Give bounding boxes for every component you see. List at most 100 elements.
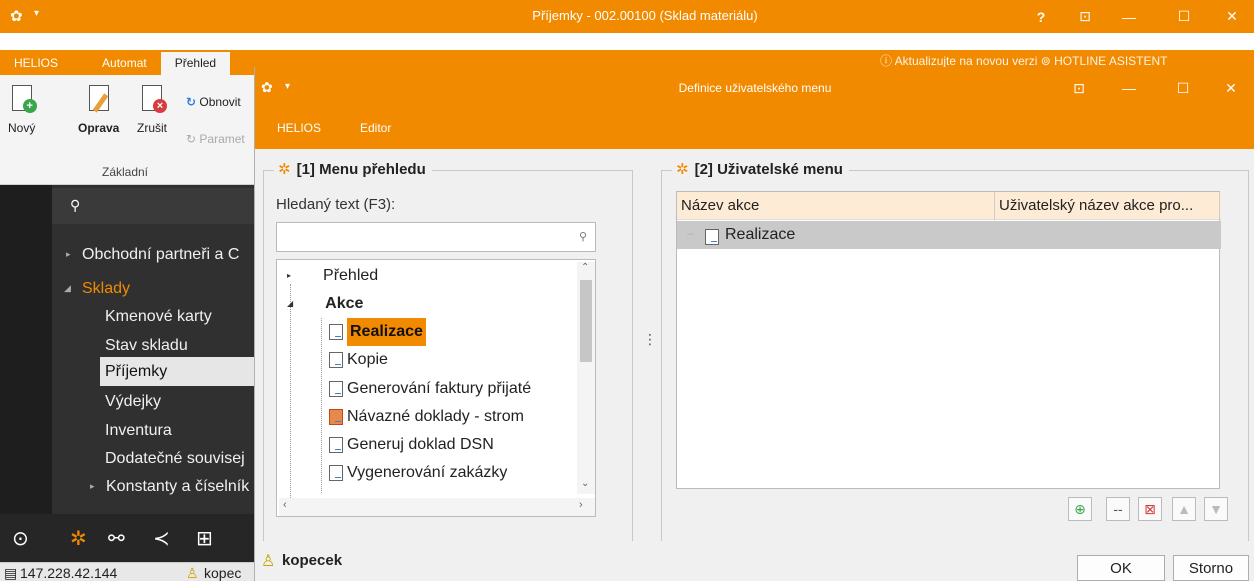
sidebar-item-sklady[interactable]: ◢ Sklady	[52, 274, 260, 303]
move-up-icon[interactable]: ▲	[1172, 497, 1196, 521]
sidebar-bottom-bar: ⊙ ✲ ⚯ ≺ ⊞	[0, 514, 260, 562]
tree-node-label: Přehled	[323, 267, 379, 284]
tree-connector: ┈	[687, 229, 694, 241]
menu-tree: ▸ Přehled ◢ Akce Realizace Kopie Generov…	[276, 259, 596, 517]
tree-node-prehled[interactable]: ▸ Přehled	[287, 262, 378, 290]
tree-node-realizace[interactable]: Realizace	[329, 318, 426, 346]
panel-title: ✲ [2] Uživatelské menu	[672, 160, 849, 178]
tree-node-generovani-faktury[interactable]: Generování faktury přijaté	[329, 375, 531, 403]
separator-icon[interactable]: --	[1106, 497, 1130, 521]
refresh-button[interactable]: ↻ Obnovit	[186, 95, 241, 109]
params-label: Paramet	[199, 132, 245, 146]
delete-item-icon[interactable]: ⊠	[1138, 497, 1162, 521]
ok-button[interactable]: OK	[1077, 555, 1165, 581]
user-menu-grid: Název akce Uživatelský název akce pro...…	[676, 191, 1221, 489]
new-button[interactable]: + Nový	[8, 85, 37, 135]
dialog-pin-button[interactable]: ⊡	[1057, 67, 1101, 109]
tree-node-generuj-dsn[interactable]: Generuj doklad DSN	[329, 431, 494, 459]
server-icon: ▤	[4, 565, 18, 581]
tab-automat[interactable]: Automat	[72, 52, 161, 75]
user-icon: ♙	[186, 565, 199, 581]
panel-title-text: [2] Uživatelské menu	[694, 160, 843, 178]
sidebar-item-vydejky[interactable]: Výdejky	[52, 387, 260, 416]
sidebar-item-prijemky[interactable]: Příjemky	[100, 357, 260, 386]
sidebar-item-inventura[interactable]: Inventura	[52, 416, 260, 445]
action-document-icon	[329, 465, 343, 481]
grid-header: Název akce Uživatelský název akce pro...	[677, 192, 1221, 220]
scroll-left-icon[interactable]: ‹	[283, 499, 287, 511]
search-label: Hledaný text (F3):	[276, 196, 396, 213]
tree-node-akce[interactable]: ◢ Akce	[287, 290, 363, 318]
tab-helios[interactable]: HELIOS	[0, 52, 72, 75]
sidebar-item-stav-skladu[interactable]: Stav skladu	[52, 331, 260, 360]
params-button[interactable]: ↻ Paramet	[186, 132, 245, 146]
tree-horizontal-scrollbar[interactable]: ‹ ›	[279, 498, 595, 516]
scroll-right-icon[interactable]: ›	[579, 499, 583, 511]
grid-row[interactable]: ┈ Realizace	[677, 221, 1221, 249]
maximize-button[interactable]: ☐	[1162, 0, 1206, 33]
search-input[interactable]	[277, 223, 567, 251]
search-icon: ⚲	[70, 197, 81, 213]
dialog-close-button[interactable]: ✕	[1209, 67, 1253, 109]
main-title-bar: ✿ ▾ Příjemky - 002.00100 (Sklad materiál…	[0, 0, 1254, 33]
sidebar-item-konstanty[interactable]: ▸ Konstanty a číselník	[52, 472, 260, 501]
user-menu-dialog: ✿ ▾ Definice uživatelského menu ⊡ — ☐ ✕ …	[254, 67, 1254, 581]
sidebar-item-dodatecne[interactable]: Dodatečné souvisej	[52, 444, 260, 473]
tree-scroll-thumb[interactable]	[580, 280, 592, 362]
cancel-record-label: Zrušit	[137, 121, 167, 135]
cancel-record-button[interactable]: × Zrušit	[137, 85, 167, 135]
dialog-menu-bar	[255, 109, 1254, 149]
sidebar-item-partners[interactable]: ▸ Obchodní partneři a C	[52, 240, 260, 269]
user-icon: ♙	[261, 553, 276, 570]
main-menu-tabs: HELIOS Automat Přehled	[0, 52, 231, 75]
document-tree-icon	[329, 409, 343, 425]
tree-node-label: Generování faktury přijaté	[347, 380, 532, 397]
add-item-icon[interactable]: ⊕	[1068, 497, 1092, 521]
sidebar-search[interactable]: ⚲	[52, 188, 260, 224]
close-button[interactable]: ✕	[1210, 0, 1254, 33]
search-field[interactable]: ⚲	[276, 222, 596, 252]
storno-button[interactable]: Storno	[1173, 555, 1249, 581]
panel-splitter-handle[interactable]: ⋮	[643, 331, 657, 348]
tree-node-navazne-doklady[interactable]: Návazné doklady - strom	[329, 403, 524, 431]
grid-icon[interactable]: ⊞	[196, 526, 213, 551]
collapse-arrow-icon[interactable]: ◢	[287, 290, 293, 318]
footer-user: kopecek	[282, 552, 343, 569]
search-icon[interactable]: ⚲	[579, 230, 587, 243]
status-user: kopec	[204, 565, 242, 581]
sidebar-item-kmenove-karty[interactable]: Kmenové karty	[52, 302, 260, 331]
sidebar-item-label: Sklady	[82, 280, 131, 297]
dialog-maximize-button[interactable]: ☐	[1161, 67, 1205, 109]
dialog-tab-helios[interactable]: HELIOS	[277, 121, 321, 135]
action-document-icon	[705, 229, 719, 245]
copy-document-icon	[329, 352, 343, 368]
scroll-down-icon[interactable]: ⌄	[581, 478, 589, 489]
tree-node-kopie[interactable]: Kopie	[329, 346, 388, 374]
collapse-arrow-icon: ◢	[64, 283, 71, 293]
edit-button[interactable]: Oprava	[78, 85, 119, 135]
column-header-name[interactable]: Název akce	[677, 192, 995, 220]
move-down-icon[interactable]: ▼	[1204, 497, 1228, 521]
share-icon[interactable]: ≺	[153, 526, 170, 551]
circle-arrow-icon[interactable]: ⊙	[12, 526, 29, 551]
star-icon[interactable]: ✲	[70, 526, 87, 551]
column-header-user-name[interactable]: Uživatelský název akce pro...	[995, 192, 1220, 220]
dialog-tab-editor[interactable]: Editor	[360, 121, 391, 135]
tree-node-label: Vygenerování zakázky	[347, 464, 508, 481]
help-button[interactable]: ?	[1019, 0, 1063, 33]
scroll-up-icon[interactable]: ⌃	[581, 262, 589, 273]
tree-node-vygenerovani-zakazky[interactable]: Vygenerování zakázky	[329, 459, 507, 487]
tree-node-label: Generuj doklad DSN	[347, 436, 494, 453]
expand-arrow-icon[interactable]: ▸	[287, 262, 291, 290]
minimize-button[interactable]: —	[1107, 0, 1151, 33]
tab-prehled[interactable]: Přehled	[160, 52, 231, 75]
dialog-minimize-button[interactable]: —	[1107, 67, 1151, 109]
pin-button[interactable]: ⊡	[1063, 0, 1107, 33]
expand-arrow-icon: ▸	[90, 481, 95, 491]
tree-node-label: Návazné doklady - strom	[347, 408, 524, 425]
sidebar-rail	[0, 185, 52, 514]
star-icon: ✲	[676, 161, 689, 178]
hierarchy-icon[interactable]: ⚯	[108, 526, 125, 551]
panel-title: ✲ [1] Menu přehledu	[274, 160, 432, 178]
sidebar-nav: ▸ Obchodní partneři a C ◢ Sklady Kmenové…	[52, 240, 260, 510]
